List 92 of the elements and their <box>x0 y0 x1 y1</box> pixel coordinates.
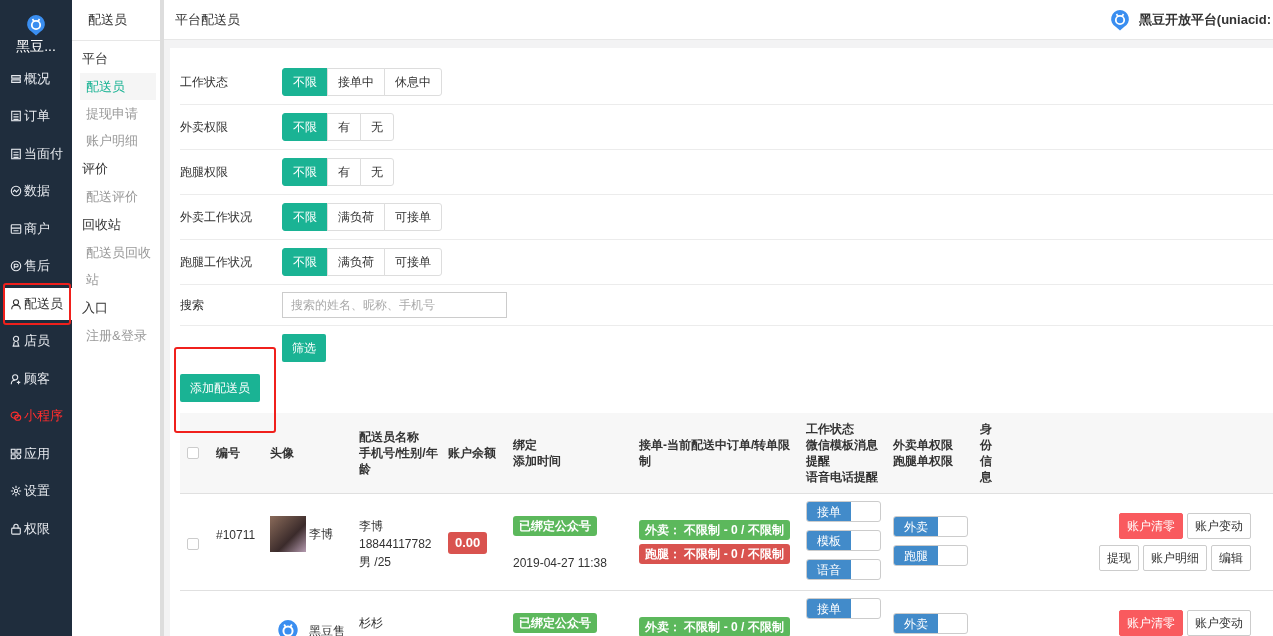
photo-placeholder <box>270 516 306 552</box>
logo-icon <box>25 14 47 36</box>
subnav-group-label: 回收站 <box>81 216 122 234</box>
toggle-switch[interactable]: 跑腿 <box>893 545 968 566</box>
list-icon <box>10 110 22 123</box>
subnav-group-label: 平台 <box>81 50 109 68</box>
action-button[interactable]: 账户变动 <box>1187 513 1251 539</box>
column-header: 编号 <box>216 445 240 461</box>
filter-option[interactable]: 无 <box>360 158 394 186</box>
filter-option[interactable]: 接单中 <box>327 68 385 96</box>
toggle-switch[interactable]: 接单 <box>806 501 881 522</box>
filter-option[interactable]: 可接单 <box>384 248 442 276</box>
brand-name: 黑豆... <box>16 38 56 56</box>
user-icon <box>10 298 22 310</box>
filter-label: 跑腿工作状况 <box>180 253 253 271</box>
sidebar-item[interactable]: 小程序 <box>0 397 72 435</box>
sidebar-item[interactable]: 设置 <box>0 472 72 510</box>
store-icon <box>10 222 22 235</box>
list-icon <box>10 147 22 160</box>
filter-option[interactable]: 无 <box>360 113 394 141</box>
sidebar-item[interactable]: 店员 <box>0 322 72 360</box>
rider-id: #10711 <box>216 528 256 542</box>
limit-badge: 外卖： 不限制 - 0 / 不限制 <box>639 520 790 540</box>
column-header: 身份信息 <box>980 421 992 485</box>
filter-option[interactable]: 满负荷 <box>327 248 385 276</box>
filter-label: 外卖权限 <box>180 118 229 136</box>
balance-badge: 0.00 <box>448 532 488 554</box>
status-badge: 已绑定公众号 <box>513 613 597 633</box>
search-label: 搜索 <box>180 296 205 314</box>
lock-icon <box>10 522 22 535</box>
filter-option[interactable]: 满负荷 <box>327 203 385 231</box>
platform-name: 黑豆开放平台(uniacid: <box>1138 10 1271 29</box>
checkbox[interactable] <box>187 447 199 459</box>
dashboard-icon <box>10 72 22 85</box>
user-icon <box>10 335 22 348</box>
rider-name: 杉杉 <box>359 615 383 631</box>
search-field[interactable]: 搜索的姓名、昵称、手机号 <box>282 292 507 318</box>
subnav-group-label: 入口 <box>81 299 109 317</box>
highlight-frame <box>3 283 71 325</box>
status-badge: 已绑定公众号 <box>513 516 597 536</box>
checkbox[interactable] <box>187 538 199 550</box>
added-time: 2019-04-27 11:38 <box>513 556 607 570</box>
filter-option[interactable]: 可接单 <box>384 203 442 231</box>
sidebar-item[interactable]: 应用 <box>0 435 72 473</box>
sidebar-item[interactable]: 售后 <box>0 247 72 285</box>
sidebar-item[interactable]: 数据 <box>0 172 72 210</box>
toggle-switch[interactable]: 外卖 <box>893 613 968 634</box>
filter-label: 跑腿权限 <box>180 163 229 181</box>
toggle-switch[interactable]: 语音 <box>806 559 881 580</box>
chat-icon <box>10 410 22 423</box>
column-header: 配送员名称 手机号/性别/年龄 <box>359 429 439 477</box>
sidebar-item[interactable]: 订单 <box>0 97 72 135</box>
sidebar-item[interactable]: 配送员 <box>4 288 72 320</box>
page-title: 平台配送员 <box>175 10 240 29</box>
column-header: 工作状态 微信模板消息提醒 语音电话提醒 <box>806 421 879 485</box>
sidebar-item[interactable]: 商户 <box>0 210 72 248</box>
settings-icon <box>10 485 22 498</box>
limit-badge: 外卖： 不限制 - 0 / 不限制 <box>639 617 790 636</box>
nickname: 李博 <box>309 525 333 543</box>
subnav-title: 配送员 <box>72 0 160 41</box>
action-button[interactable]: 账户明细 <box>1143 545 1207 571</box>
filter-option[interactable]: 休息中 <box>384 68 442 96</box>
sidebar-item[interactable]: 权限 <box>0 510 72 548</box>
chart-icon <box>10 185 22 198</box>
logo-icon <box>1108 8 1131 31</box>
apps-icon <box>10 447 22 460</box>
action-button[interactable]: 提现 <box>1099 545 1139 571</box>
column-header: 绑定 添加时间 <box>513 437 561 469</box>
column-header: 外卖单权限 跑腿单权限 <box>893 437 953 469</box>
column-header: 接单-当前配送中订单/转单限制 <box>639 437 792 469</box>
sidebar-item[interactable]: 顾客 <box>0 360 72 398</box>
action-button[interactable]: 编辑 <box>1211 545 1251 571</box>
service-icon <box>10 260 22 273</box>
action-button[interactable]: 账户变动 <box>1187 610 1251 636</box>
subnav-group-label: 评价 <box>81 160 109 178</box>
filter-option[interactable]: 有 <box>327 158 361 186</box>
filter-label: 工作状态 <box>180 73 229 91</box>
toggle-switch[interactable]: 外卖 <box>893 516 968 537</box>
toggle-switch[interactable]: 接单 <box>806 598 881 619</box>
toggle-switch[interactable]: 模板 <box>806 530 881 551</box>
sidebar-item[interactable]: 当面付 <box>0 135 72 173</box>
phone-number: 18844117782 <box>359 536 432 552</box>
column-header: 账户余额 <box>448 445 496 461</box>
filter-label: 外卖工作状况 <box>180 208 253 226</box>
gender-age: 男 /25 <box>359 554 392 570</box>
column-header: 头像 <box>270 445 294 461</box>
users-icon <box>10 372 22 385</box>
limit-badge: 跑腿： 不限制 - 0 / 不限制 <box>639 544 790 564</box>
filter-option[interactable]: 有 <box>327 113 361 141</box>
sidebar-item[interactable]: 概况 <box>0 60 72 98</box>
rider-name: 李博 <box>359 518 384 534</box>
nickname: 黑豆售 <box>309 622 345 636</box>
